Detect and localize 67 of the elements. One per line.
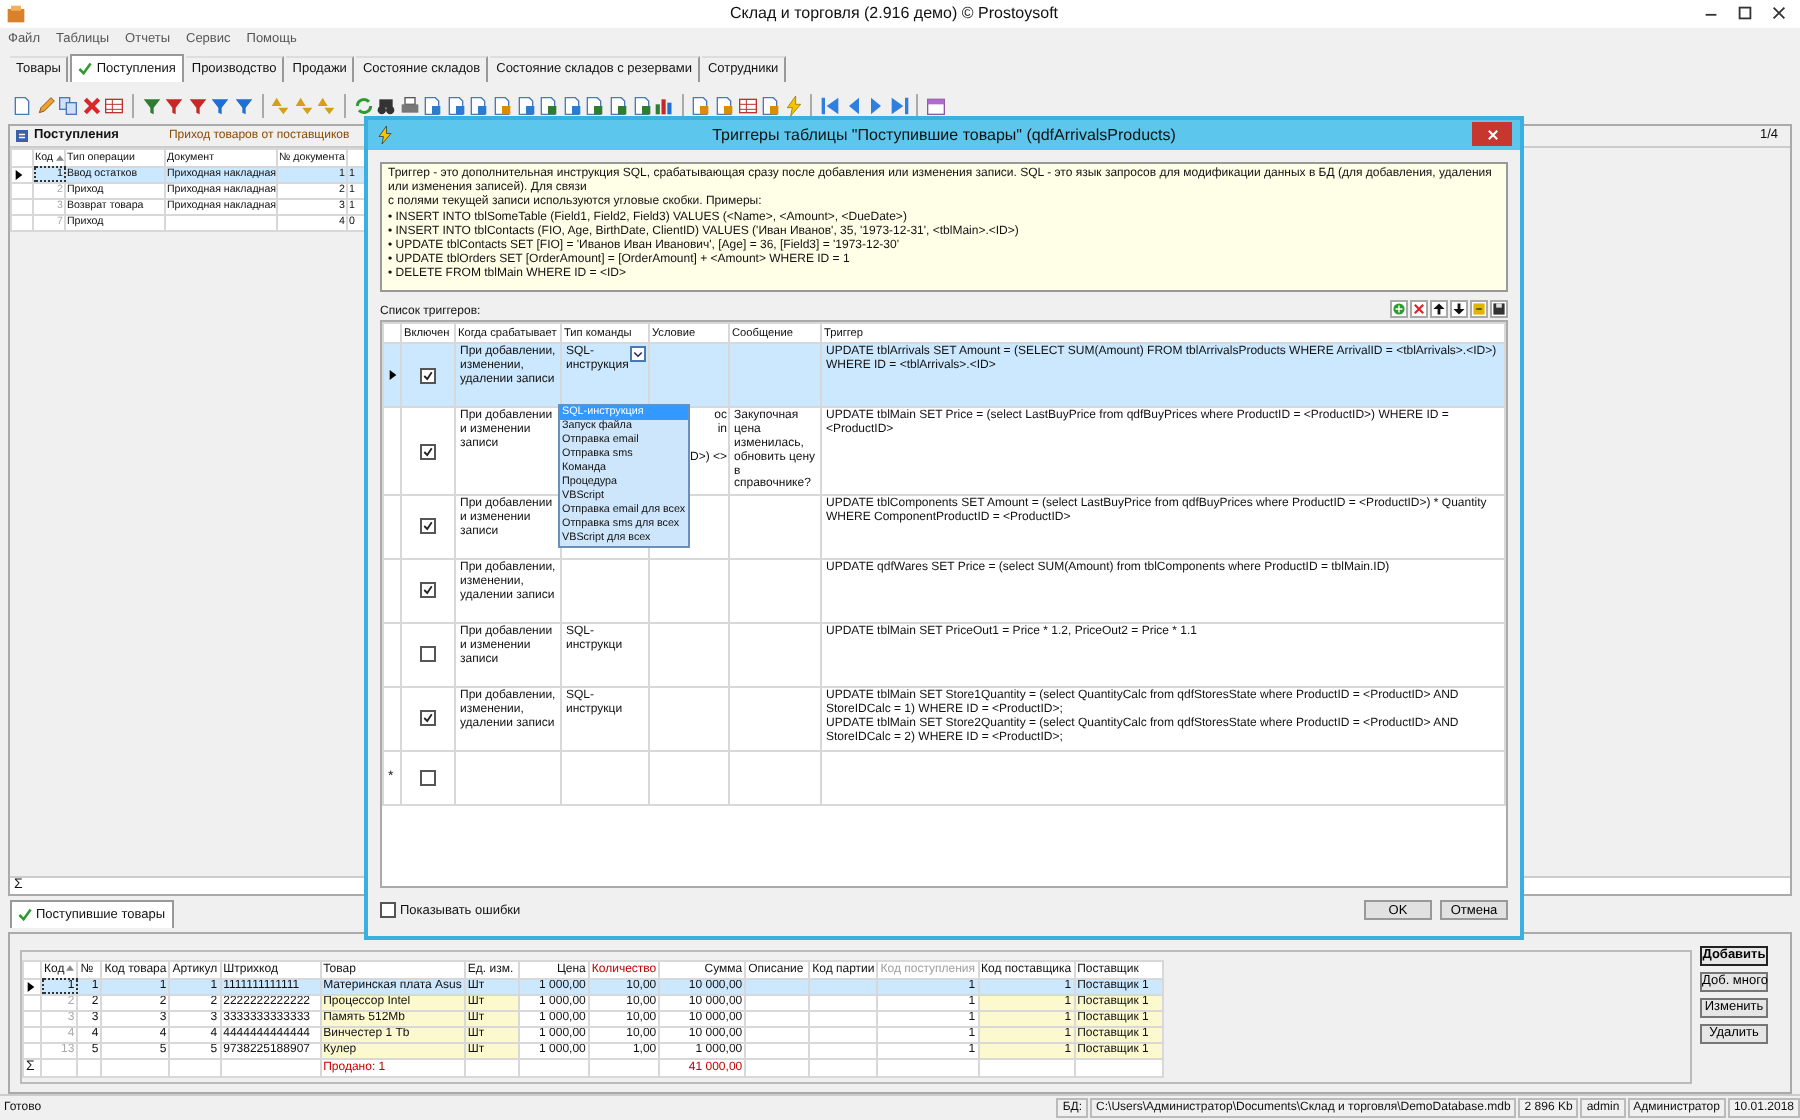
check-icon xyxy=(78,61,93,76)
copy-icon[interactable] xyxy=(58,95,79,116)
filter-icon[interactable] xyxy=(141,95,162,116)
filter-icon[interactable] xyxy=(233,95,254,116)
document-icon[interactable] xyxy=(515,95,536,116)
document-icon[interactable] xyxy=(492,95,513,116)
document-icon[interactable] xyxy=(422,95,443,116)
close-icon xyxy=(1485,127,1499,142)
document-icon[interactable] xyxy=(468,95,489,116)
dropdown-button[interactable] xyxy=(630,346,646,363)
sort-icon xyxy=(66,963,75,972)
document-icon[interactable] xyxy=(12,95,32,116)
current-row-icon xyxy=(13,169,23,180)
checkbox[interactable] xyxy=(420,367,436,384)
filter-icon[interactable] xyxy=(210,95,231,116)
table-icon[interactable] xyxy=(104,95,125,116)
close-icon[interactable] xyxy=(1770,4,1789,23)
document-icon[interactable] xyxy=(561,95,582,116)
document-icon[interactable] xyxy=(690,95,711,116)
checkbox[interactable] xyxy=(420,769,436,786)
table-icon[interactable] xyxy=(737,95,758,116)
table-cell xyxy=(729,495,821,560)
delete-icon[interactable] xyxy=(1410,300,1428,319)
up-icon[interactable] xyxy=(1430,300,1448,319)
document-icon[interactable] xyxy=(584,95,605,116)
checkbox[interactable] xyxy=(420,710,436,727)
checkbox[interactable] xyxy=(420,518,436,535)
chart-icon[interactable] xyxy=(654,95,675,116)
lightning-icon xyxy=(376,125,394,144)
dialog-title: Триггеры таблицы "Поступившие товары" (qdfArrivalsProducts) xyxy=(712,125,1176,144)
filter-icon[interactable] xyxy=(187,95,208,116)
checkbox[interactable] xyxy=(380,902,396,919)
document-icon[interactable] xyxy=(445,95,466,116)
checkbox[interactable] xyxy=(420,582,436,599)
calendar-icon[interactable] xyxy=(925,95,946,116)
close-button[interactable] xyxy=(1472,122,1512,147)
app-icon xyxy=(6,3,26,24)
table-cell xyxy=(649,559,729,624)
checkbox[interactable] xyxy=(420,443,436,460)
first-icon[interactable] xyxy=(819,95,840,116)
binoculars-icon[interactable] xyxy=(376,95,397,116)
document-icon[interactable] xyxy=(714,95,734,116)
filter-icon[interactable] xyxy=(164,95,185,116)
window-title: Склад и торговля (2.916 демо) © Prostoysoft xyxy=(730,4,1059,23)
check-icon xyxy=(18,907,32,922)
printer-icon[interactable] xyxy=(399,95,420,116)
add-icon[interactable] xyxy=(1390,300,1408,319)
document-icon[interactable] xyxy=(538,95,559,116)
table-cell xyxy=(729,623,821,688)
list-icon xyxy=(16,129,28,142)
down-icon[interactable] xyxy=(1450,300,1468,319)
document-icon[interactable] xyxy=(608,95,629,116)
table-cell xyxy=(729,559,821,624)
table-row[interactable] xyxy=(383,343,1505,408)
table-row[interactable] xyxy=(383,687,1505,752)
table-cell xyxy=(729,343,821,408)
document-icon[interactable] xyxy=(631,95,652,116)
last-icon[interactable] xyxy=(889,95,910,116)
checkbox[interactable] xyxy=(420,646,436,663)
table-cell xyxy=(649,623,729,688)
save-icon[interactable] xyxy=(1490,300,1508,319)
document-icon[interactable] xyxy=(760,95,781,116)
sort-icon xyxy=(56,153,63,162)
maximize-icon[interactable] xyxy=(1736,4,1755,23)
pencil-icon[interactable] xyxy=(35,95,56,116)
delete-icon[interactable] xyxy=(81,95,102,116)
current-row-icon xyxy=(26,981,36,992)
